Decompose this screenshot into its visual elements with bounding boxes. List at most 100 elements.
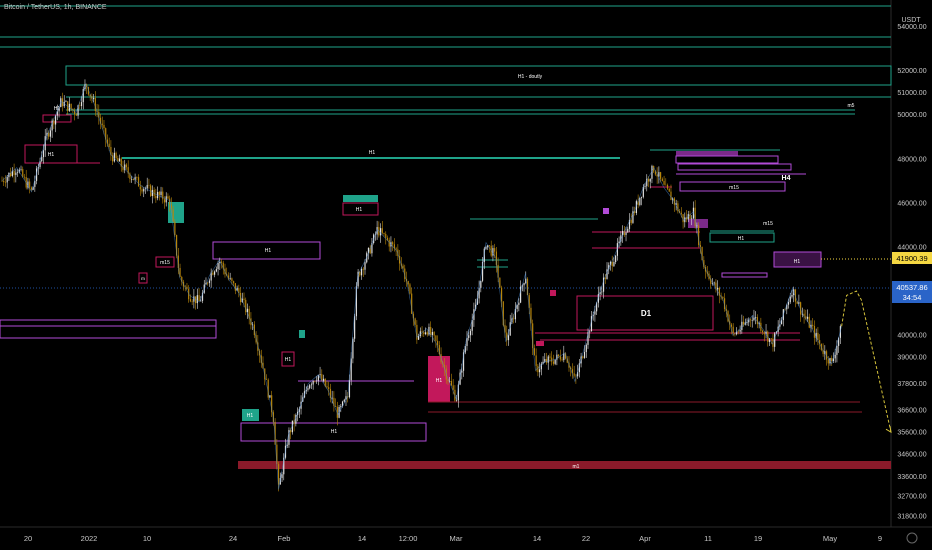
zone-label: H1: [285, 357, 292, 363]
candle-body: [437, 340, 439, 346]
candle-body: [54, 115, 57, 125]
candle-body: [335, 405, 337, 407]
candle-body: [670, 191, 672, 201]
candle-body: [163, 199, 166, 203]
candle-body: [813, 325, 816, 338]
time-tick-label: 14: [533, 534, 541, 543]
candle-body: [15, 172, 17, 175]
candle-body: [41, 157, 43, 162]
candle-body: [29, 181, 31, 188]
candle-body: [231, 278, 233, 282]
candle-body: [131, 178, 133, 180]
zone-label: H1: [738, 236, 745, 242]
candle-body: [552, 361, 555, 364]
candle-body: [139, 186, 141, 190]
time-tick-label: Apr: [639, 534, 651, 543]
zone-label: H1: [331, 429, 338, 435]
candle-body: [661, 178, 663, 181]
candle-body: [639, 197, 641, 205]
candle-body: [554, 359, 556, 364]
symbol-title: Bitcoin / TetherUS, 1h, BINANCE: [4, 4, 107, 11]
candle-body: [136, 177, 138, 178]
candle-body: [148, 185, 150, 186]
candle-body: [186, 286, 188, 289]
candle-body: [808, 316, 810, 328]
zone-h1-teal-top[interactable]: [343, 195, 378, 202]
candle-body: [362, 268, 364, 270]
candle-body: [582, 356, 584, 358]
candle-body: [630, 219, 632, 223]
candle-body: [494, 248, 496, 252]
candle-body: [513, 318, 515, 320]
candle-body: [433, 332, 435, 336]
time-tick-label: 11: [704, 534, 712, 543]
candle-body: [789, 296, 791, 303]
candle-body: [392, 242, 394, 245]
zone-label: H1: [247, 413, 254, 419]
candle-body: [806, 316, 809, 319]
candle-body: [265, 379, 268, 380]
zone-red-tiny: [536, 341, 544, 346]
candle-body: [739, 329, 741, 332]
candle-body: [395, 248, 397, 250]
currency-label: USDT: [901, 17, 921, 24]
candle-body: [340, 406, 342, 408]
candle-body: [103, 124, 105, 129]
candle-body: [549, 356, 551, 358]
candle-body: [214, 271, 216, 275]
candle-body: [660, 172, 662, 179]
candle-body: [545, 359, 548, 363]
candle-body: [23, 176, 26, 178]
price-tick-label: 33600.00: [897, 474, 926, 481]
candle-body: [601, 291, 603, 293]
zone-red-tiny: [550, 290, 556, 296]
candle-body: [431, 332, 434, 335]
candle-body: [229, 278, 231, 279]
candle-body: [191, 301, 193, 303]
candle-body: [831, 358, 833, 362]
candle-body: [381, 228, 383, 233]
candle-body: [386, 237, 389, 240]
candle-body: [108, 143, 110, 147]
price-tick-label: 39000.00: [897, 355, 926, 362]
candle-body: [80, 102, 83, 107]
candle-body: [547, 356, 549, 363]
candle-body: [113, 152, 115, 162]
chart-canvas[interactable]: H1 - doutly H1 m5 H1 H1 H1 H1 m15 m H1 H…: [0, 0, 932, 550]
candle-body: [450, 381, 453, 386]
zone-magenta-tiny: [603, 208, 609, 214]
candle-body: [155, 195, 157, 199]
candle-body: [500, 287, 503, 302]
zone-label: m15: [729, 185, 739, 191]
candle-body: [518, 302, 520, 305]
candle-body: [787, 302, 790, 305]
candle-body: [561, 359, 563, 361]
candle-body: [558, 354, 560, 357]
candle-body: [737, 331, 739, 333]
candle-body: [680, 212, 682, 215]
candle-body: [741, 321, 743, 330]
candle-body: [763, 332, 765, 335]
candle-body: [585, 344, 587, 353]
candle-body: [1, 180, 3, 182]
zone-label: H4: [782, 175, 791, 182]
bar-countdown: 34:54: [903, 293, 922, 302]
candle-body: [30, 187, 32, 190]
zone-m1[interactable]: [238, 461, 891, 469]
candle-body: [627, 228, 629, 233]
candle-body: [309, 385, 311, 389]
zone-magenta-small: [688, 219, 708, 228]
time-tick-label: May: [823, 534, 837, 543]
zone-label: H1: [369, 150, 376, 156]
price-tick-label: 36600.00: [897, 408, 926, 415]
candle-body: [319, 374, 321, 376]
candle-body: [658, 172, 660, 177]
candle-body: [594, 311, 596, 315]
candle-body: [573, 373, 575, 376]
candle-body: [461, 370, 463, 373]
candle-body: [208, 280, 211, 284]
zone-teal-tiny: [299, 330, 305, 338]
candle-body: [647, 178, 650, 182]
candle-body: [424, 332, 427, 335]
candle-body: [243, 298, 245, 300]
